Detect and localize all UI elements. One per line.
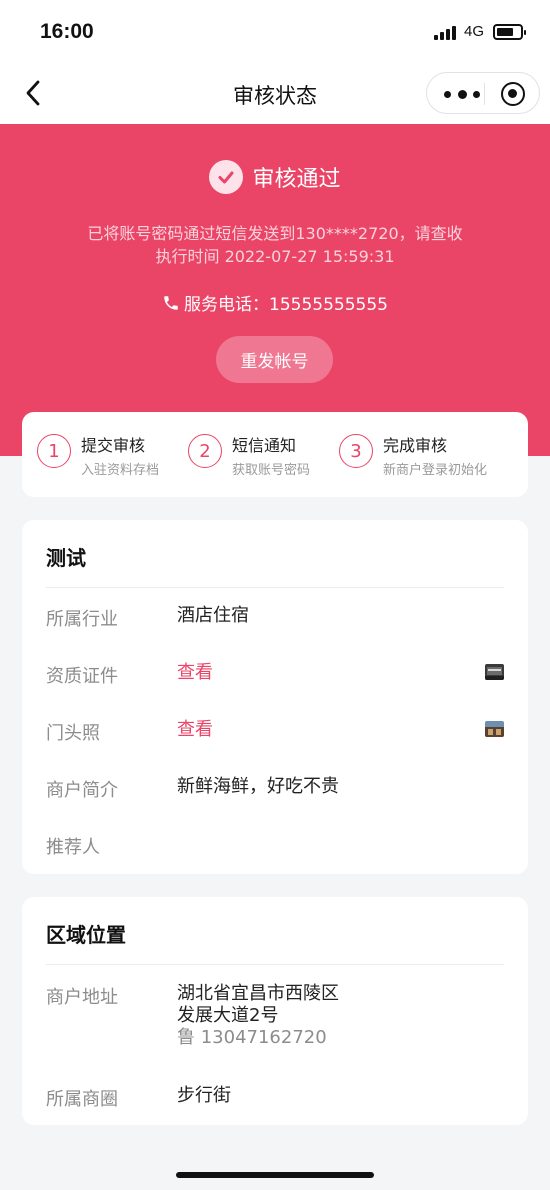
- industry-value: 酒店住宿: [177, 605, 249, 626]
- storefront-thumbnail[interactable]: [485, 721, 504, 737]
- home-indicator: [176, 1172, 374, 1178]
- step-subtitle: 新商户登录初始化: [383, 463, 488, 478]
- status-row: 审核通过: [0, 160, 550, 196]
- step-subtitle: 入驻资料存档: [81, 463, 160, 478]
- status-time: 16:00: [40, 20, 94, 43]
- card-title: 测试: [46, 546, 86, 570]
- screen: 16:00 4G 审核状态 审核通过 已将账号密码通过短信发送到130****2…: [0, 0, 550, 1190]
- license-label: 资质证件: [46, 666, 118, 687]
- resend-account-button[interactable]: 重发帐号: [216, 336, 333, 383]
- service-phone-text: 服务电话：15555555555: [184, 295, 388, 315]
- status-banner: 审核通过 已将账号密码通过短信发送到130****2720，请查收 执行时间 2…: [0, 124, 550, 456]
- card-title: 区域位置: [46, 923, 126, 947]
- sms-message: 已将账号密码通过短信发送到130****2720，请查收: [87, 224, 463, 243]
- step-number: 3: [339, 434, 373, 468]
- network-label: 4G: [464, 23, 485, 40]
- license-view-link[interactable]: 查看: [177, 662, 213, 684]
- address-value: 湖北省宜昌市西陵区 发展大道2号 鲁 13047162720: [177, 983, 339, 1049]
- execution-time: 执行时间 2022-07-27 15:59:31: [155, 247, 395, 266]
- battery-icon: [493, 24, 526, 40]
- step-subtitle: 获取账号密码: [232, 463, 311, 478]
- step-title: 完成审核: [383, 436, 448, 455]
- district-label: 所属商圈: [46, 1089, 118, 1110]
- license-thumbnail[interactable]: [485, 664, 504, 680]
- storefront-view-link[interactable]: 查看: [177, 719, 213, 741]
- address-label: 商户地址: [46, 987, 118, 1008]
- signal-icon: [434, 26, 458, 40]
- district-value: 步行街: [177, 1085, 231, 1106]
- card-divider: [46, 964, 504, 965]
- card-divider: [46, 587, 504, 588]
- address-line: 发展大道2号: [177, 1005, 279, 1026]
- address-contact: 鲁 13047162720: [177, 1027, 327, 1048]
- merchant-info-card: 测试 所属行业 酒店住宿 资质证件 查看 门头照 查看 商户简介 新鲜海鲜，好吃…: [22, 520, 528, 874]
- industry-label: 所属行业: [46, 609, 118, 630]
- intro-value: 新鲜海鲜，好吃不贵: [177, 776, 339, 797]
- more-dots-icon[interactable]: [441, 83, 483, 105]
- steps-card: 1 提交审核 入驻资料存档 2 短信通知 获取账号密码 3 完成审核 新商户登录…: [22, 412, 528, 497]
- phone-icon: [164, 295, 178, 310]
- nav-bar: 审核状态: [0, 62, 550, 124]
- mini-program-capsule: [426, 72, 540, 114]
- status-bar: 16:00 4G: [0, 0, 550, 62]
- intro-label: 商户简介: [46, 780, 118, 801]
- address-line: 湖北省宜昌市西陵区: [177, 983, 339, 1004]
- service-phone[interactable]: 服务电话：15555555555: [0, 290, 550, 317]
- capsule-divider: [484, 83, 485, 105]
- review-status-text: 审核通过: [252, 167, 341, 192]
- step-number: 1: [37, 434, 71, 468]
- step-title: 提交审核: [81, 436, 146, 455]
- step-title: 短信通知: [232, 436, 297, 455]
- area-location-card: 区域位置 商户地址 湖北省宜昌市西陵区 发展大道2号 鲁 13047162720…: [22, 897, 528, 1125]
- battery-fill: [497, 28, 513, 36]
- check-circle-icon: [209, 160, 244, 194]
- step-number: 2: [188, 434, 222, 468]
- referrer-label: 推荐人: [46, 837, 100, 858]
- storefront-label: 门头照: [46, 723, 100, 744]
- close-target-icon[interactable]: [501, 82, 525, 106]
